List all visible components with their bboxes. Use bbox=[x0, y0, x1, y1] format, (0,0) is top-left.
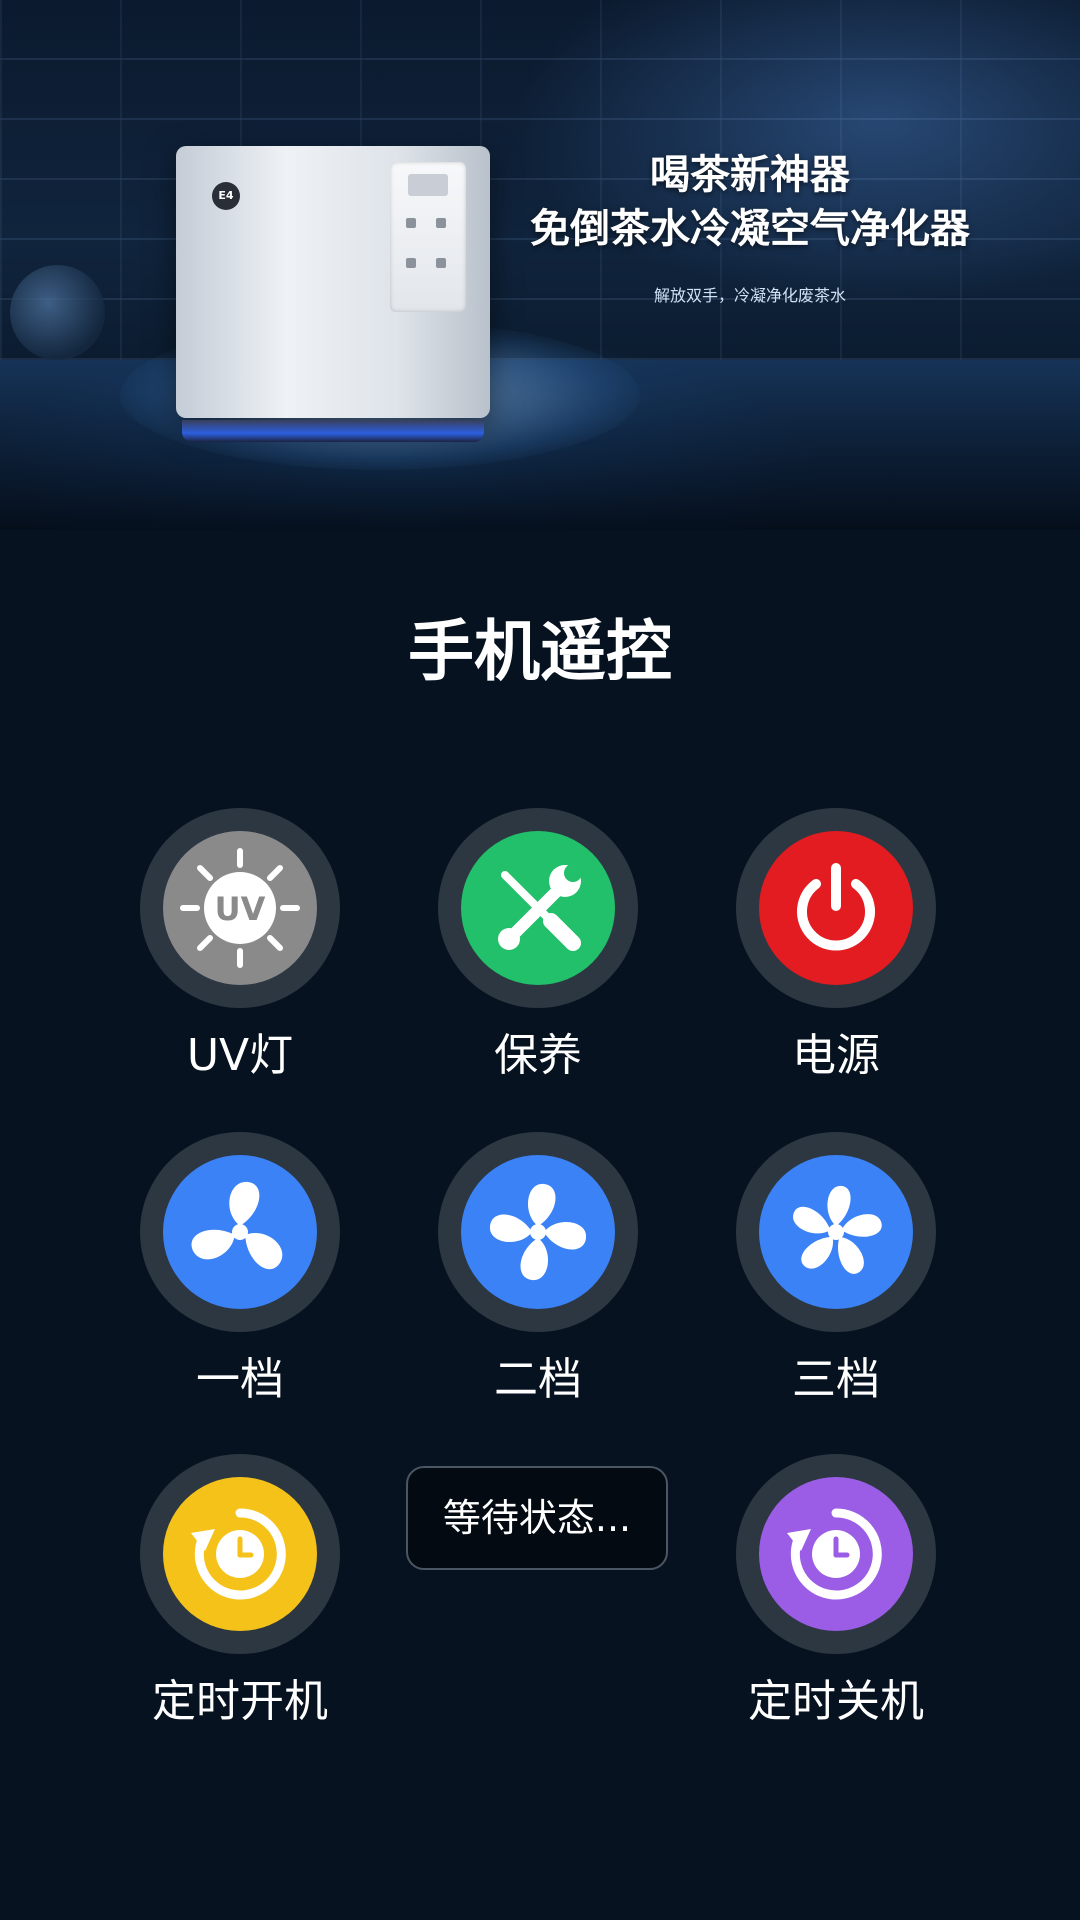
uv-icon-text: UV bbox=[215, 890, 266, 928]
speed-1-disc bbox=[163, 1155, 317, 1309]
uv-light-control: UV UV灯 bbox=[120, 808, 360, 1098]
speed-1-label: 一档 bbox=[196, 1354, 284, 1405]
device-key bbox=[406, 258, 416, 268]
timer-off-button[interactable] bbox=[736, 1454, 936, 1654]
fan-3-blade-icon bbox=[191, 1181, 283, 1270]
fan-5-blade-icon bbox=[793, 1185, 882, 1274]
uv-sun-icon: UV bbox=[180, 848, 300, 968]
power-label: 电源 bbox=[792, 1030, 880, 1081]
timer-off-label: 定时关机 bbox=[748, 1676, 924, 1727]
maintenance-label: 保养 bbox=[494, 1030, 582, 1081]
banner-title-line2: 免倒茶水冷凝空气净化器 bbox=[530, 206, 970, 252]
decorative-orb bbox=[10, 265, 105, 360]
timer-on-disc bbox=[163, 1477, 317, 1631]
speed-2-button[interactable] bbox=[438, 1132, 638, 1332]
device-key bbox=[436, 258, 446, 268]
speed-3-control: 三档 bbox=[716, 1132, 956, 1422]
maintenance-button[interactable] bbox=[438, 808, 638, 1008]
maintenance-disc bbox=[461, 831, 615, 985]
timer-off-disc bbox=[759, 1477, 913, 1631]
timer-off-icon bbox=[787, 1508, 882, 1600]
banner-title: 喝茶新神器 免倒茶水冷凝空气净化器 bbox=[490, 148, 1010, 256]
speed-2-disc bbox=[461, 1155, 615, 1309]
timer-off-control: 定时关机 bbox=[716, 1454, 956, 1744]
power-disc bbox=[759, 831, 913, 985]
purifier-device-image: E4 bbox=[176, 146, 490, 442]
status-indicator: 等待状态... bbox=[406, 1466, 668, 1570]
device-key bbox=[406, 218, 416, 228]
device-control-panel bbox=[390, 162, 466, 312]
device-key bbox=[436, 218, 446, 228]
power-icon bbox=[797, 863, 875, 951]
tools-icon bbox=[498, 864, 582, 951]
timer-on-label: 定时开机 bbox=[152, 1676, 328, 1727]
banner-title-line1: 喝茶新神器 bbox=[650, 152, 850, 198]
speed-3-button[interactable] bbox=[736, 1132, 936, 1332]
speed-2-control: 二档 bbox=[418, 1132, 658, 1422]
power-button[interactable] bbox=[736, 808, 936, 1008]
speed-3-disc bbox=[759, 1155, 913, 1309]
app-screen: E4 喝茶新神器 免倒茶水冷凝空气净化器 解放双手，冷凝净化废茶水 手机遥控 U… bbox=[0, 0, 1080, 1920]
timer-on-button[interactable] bbox=[140, 1454, 340, 1654]
device-logo: E4 bbox=[212, 182, 240, 210]
speed-3-label: 三档 bbox=[792, 1354, 880, 1405]
speed-1-control: 一档 bbox=[120, 1132, 360, 1422]
uv-light-disc: UV bbox=[163, 831, 317, 985]
uv-light-button[interactable]: UV bbox=[140, 808, 340, 1008]
power-control: 电源 bbox=[716, 808, 956, 1098]
device-display bbox=[408, 174, 448, 196]
fan-4-blade-icon bbox=[489, 1183, 587, 1281]
speed-2-label: 二档 bbox=[494, 1354, 582, 1405]
uv-light-label: UV灯 bbox=[186, 1030, 294, 1081]
device-base-light bbox=[182, 420, 484, 442]
timer-on-control: 定时开机 bbox=[120, 1454, 360, 1744]
banner-subtitle: 解放双手，冷凝净化废茶水 bbox=[653, 286, 846, 305]
remote-control-title: 手机遥控 bbox=[408, 613, 672, 690]
speed-1-button[interactable] bbox=[140, 1132, 340, 1332]
maintenance-control: 保养 bbox=[418, 808, 658, 1098]
product-banner: E4 喝茶新神器 免倒茶水冷凝空气净化器 解放双手，冷凝净化废茶水 bbox=[0, 0, 1080, 530]
timer-on-icon bbox=[191, 1508, 286, 1600]
